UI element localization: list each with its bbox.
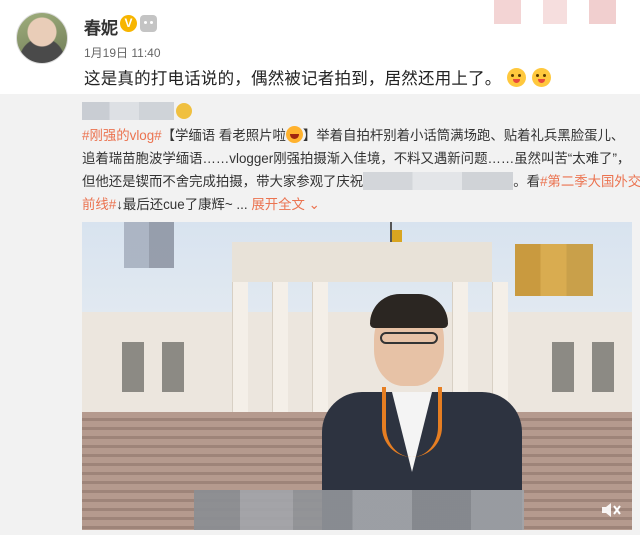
verified-v-icon: V: [120, 15, 137, 32]
hashtag-vlog[interactable]: #刚强的vlog#: [82, 128, 162, 143]
repost-line: #刚强的vlog#【学缅语 看老照片啦 】举着自拍杆别着小话筒满场跑、贴着礼兵黑脸…: [82, 124, 634, 147]
redacted-block: [363, 172, 514, 190]
repost-text: 】举着自拍杆别着小话筒满场跑、贴着礼兵黑脸蛋儿、: [302, 128, 625, 143]
hashtag-series-end[interactable]: 前线#: [82, 197, 116, 212]
repost-text: 但他还是锲而不舍完成拍摄，带大家参观了庆祝: [82, 174, 364, 189]
post-text-content: 这是真的打电话说的，偶然被记者拍到，居然还用上了。: [84, 70, 502, 88]
window: [162, 342, 184, 392]
window: [552, 342, 574, 392]
redacted-caption: [194, 490, 524, 530]
repost-badge-icon: [176, 103, 192, 119]
window: [122, 342, 144, 392]
grin-emoji-icon: [532, 68, 552, 87]
chevron-down-icon: ⌄: [308, 197, 320, 212]
repost-line: 追着瑞苗胞波学缅语……vlogger刚强拍摄渐入佳境，不料又遇新问题……虽然叫苦…: [82, 151, 631, 166]
column: [272, 282, 288, 412]
member-robot-icon: [140, 15, 157, 32]
repost-text: ↓最后还cue了康辉~ ...: [116, 197, 248, 212]
repost-text: 【学缅语 看老照片啦: [161, 128, 286, 143]
post-text: 这是真的打电话说的，偶然被记者拍到，居然还用上了。: [84, 65, 552, 89]
hashtag-series[interactable]: #第二季大国外交最: [540, 174, 640, 189]
redacted-block: [515, 244, 593, 296]
avatar[interactable]: [16, 12, 68, 64]
repost-card: #刚强的vlog#【学缅语 看老照片啦 】举着自拍杆别着小话筒满场跑、贴着礼兵黑脸…: [0, 94, 640, 535]
repost-line: 但他还是锲而不舍完成拍摄，带大家参观了庆祝 。看#第二季大国外交最: [82, 170, 640, 193]
redacted-repost-author: [82, 102, 174, 120]
hair: [370, 294, 448, 328]
username[interactable]: 春妮: [84, 14, 118, 39]
repost-text: 。看: [513, 174, 540, 189]
laugh-emoji-icon: [285, 126, 303, 143]
column: [232, 282, 248, 412]
repost-line: 前线#↓最后还cue了康辉~ ... 展开全文 ⌄: [82, 193, 634, 216]
building-roof: [232, 242, 492, 282]
window: [592, 342, 614, 392]
repost-body: #刚强的vlog#【学缅语 看老照片啦 】举着自拍杆别着小话筒满场跑、贴着礼兵黑脸…: [82, 124, 640, 216]
mute-icon[interactable]: [600, 500, 622, 520]
redacted-block: [494, 0, 616, 24]
redacted-block: [124, 222, 174, 268]
post-timestamp[interactable]: 1月19日 11:40: [84, 44, 161, 61]
lanyard: [382, 387, 442, 457]
glasses: [380, 332, 438, 344]
video-player[interactable]: [82, 222, 632, 530]
expand-full-text-link[interactable]: 展开全文: [251, 197, 305, 212]
grin-emoji-icon: [507, 68, 527, 87]
